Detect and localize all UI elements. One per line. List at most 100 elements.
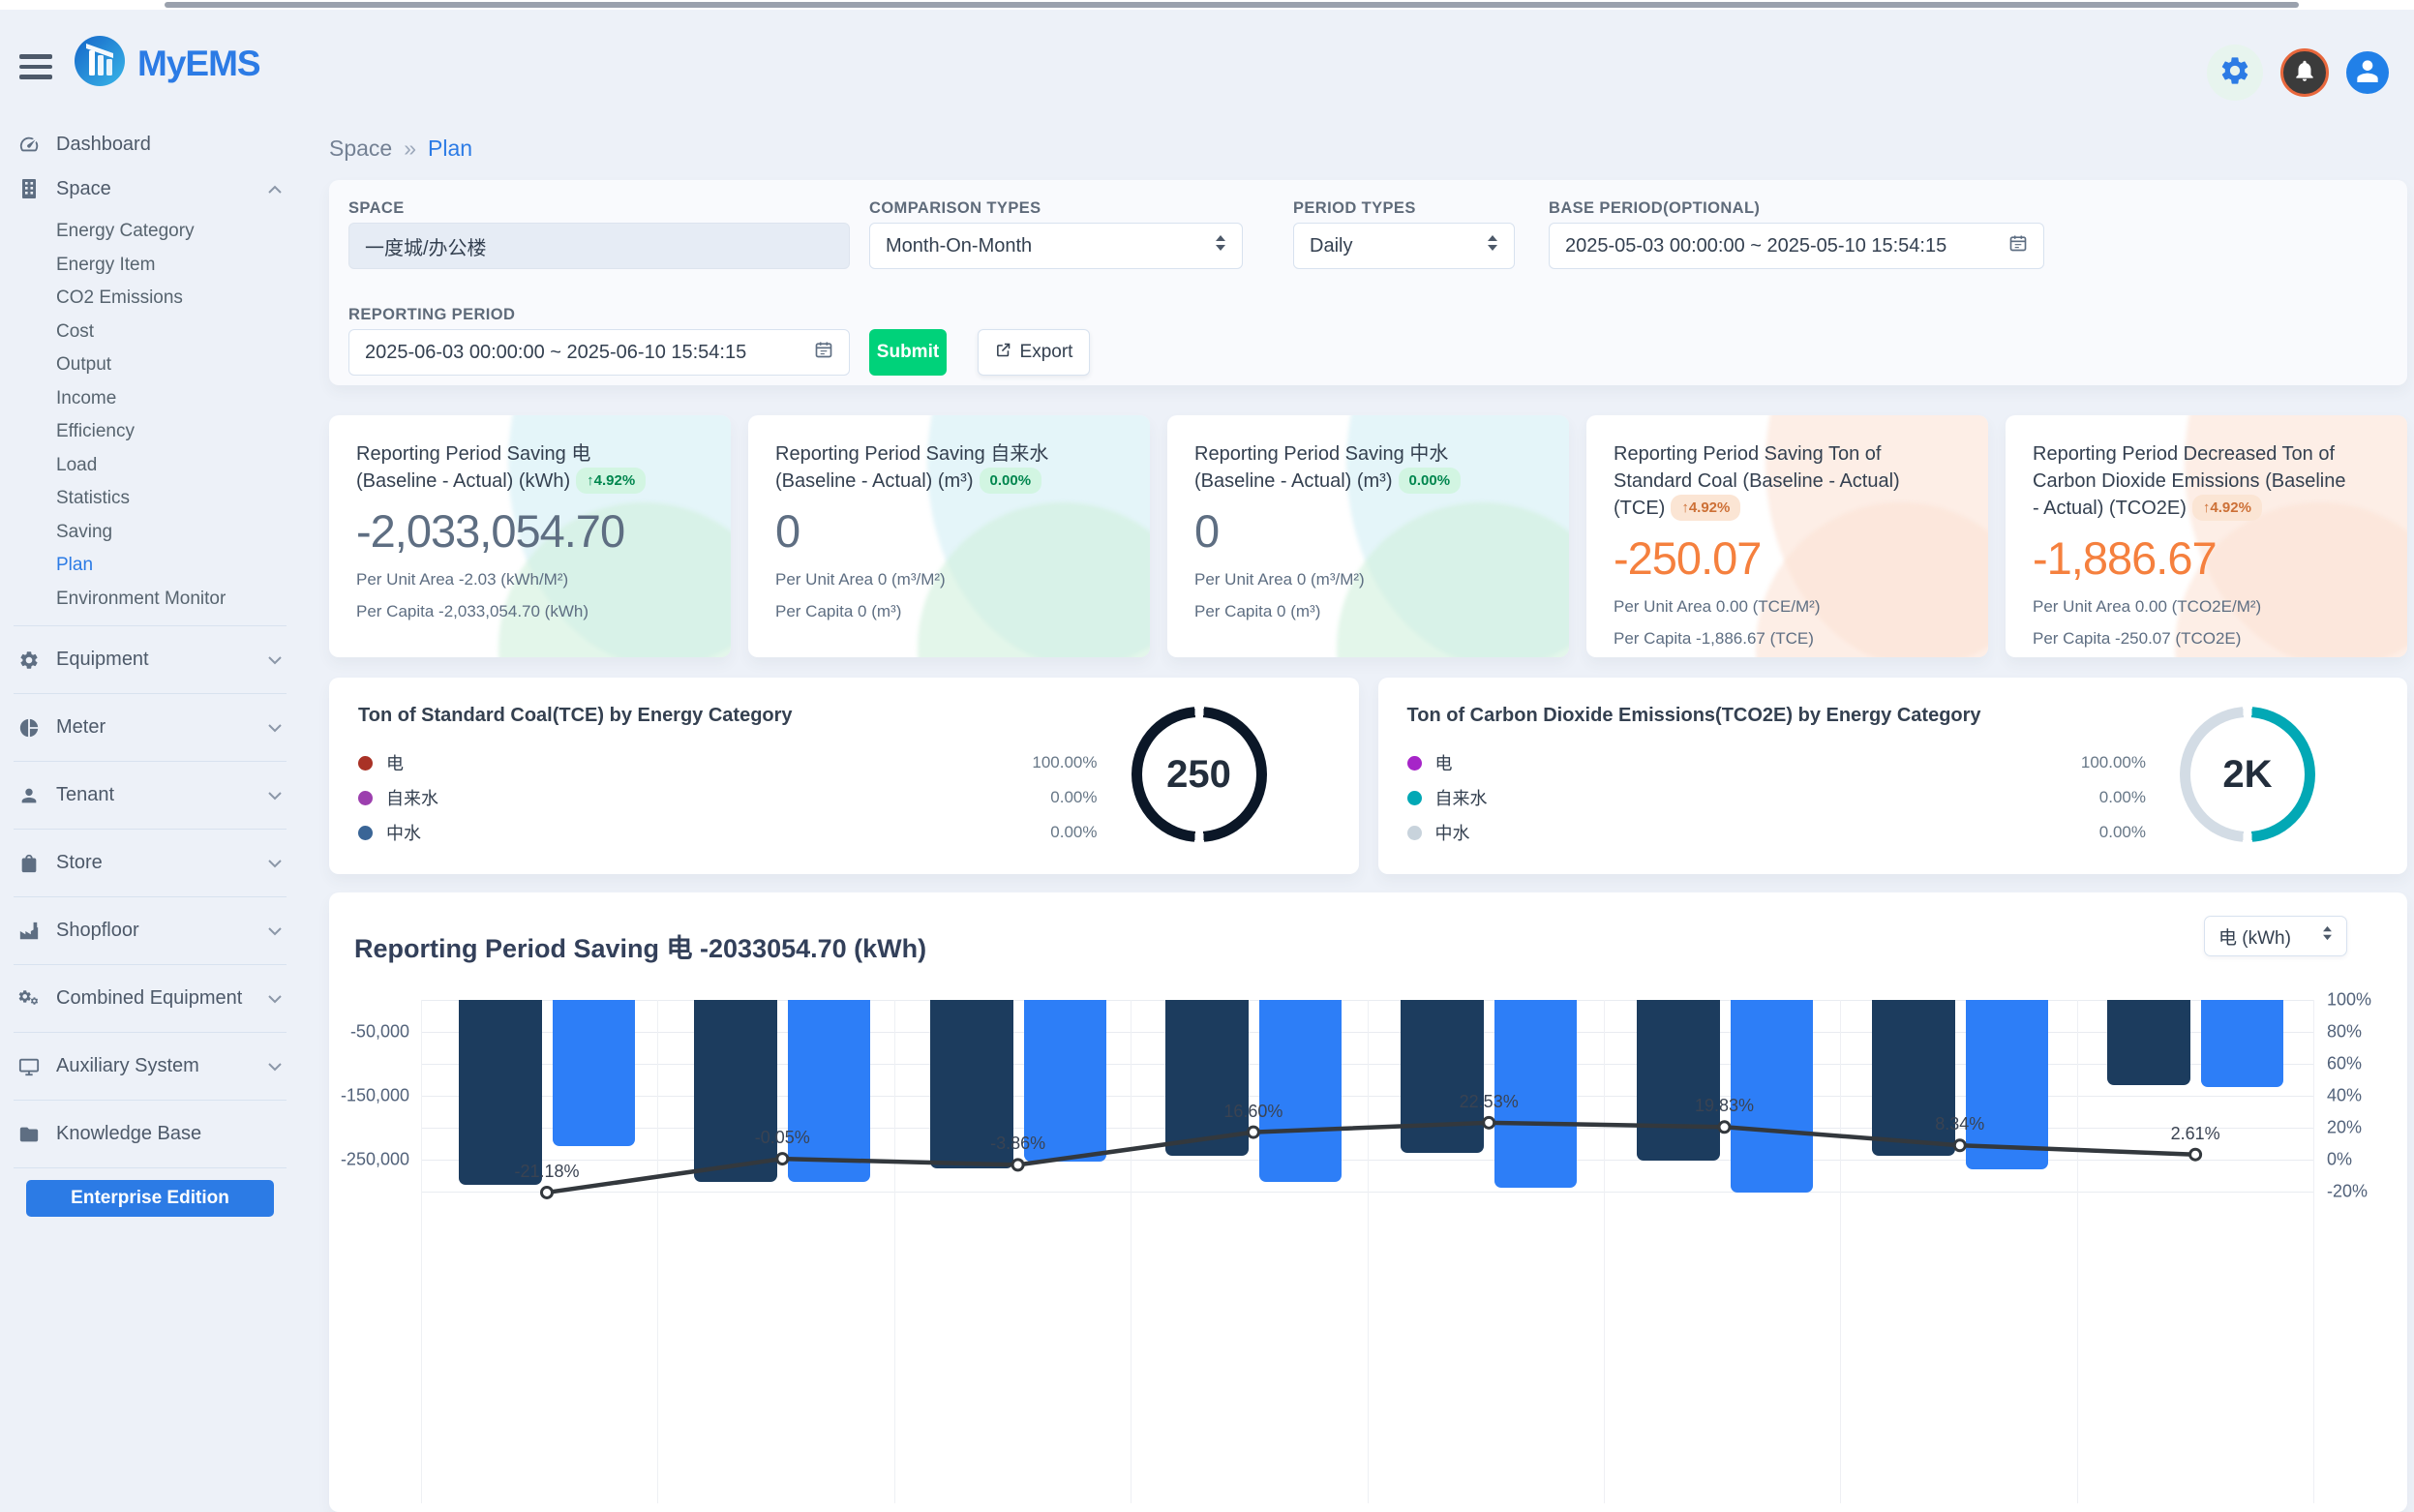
breadcrumb-plan[interactable]: Plan [428,136,472,161]
legend-values: 100.00% 0.00% 0.00% [2039,749,2146,854]
line-marker[interactable] [1012,1160,1023,1170]
sidebar-item-knowledge-base[interactable]: Knowledge Base [0,1101,300,1167]
select-arrows-icon [1487,234,1498,257]
sidebar-item-cost[interactable]: Cost [56,316,300,349]
sidebar-item-equipment[interactable]: Equipment [0,626,300,693]
kpi-card-saving-tce: Reporting Period Saving Ton of Standard … [1586,415,1988,657]
folder-icon [17,1124,41,1145]
kpi-card-saving-electricity: Reporting Period Saving 电 (Baseline - Ac… [329,415,731,657]
top-navbar: MyEMS [0,10,2414,114]
sidebar-item-energy-item[interactable]: Energy Item [56,249,300,283]
filter-panel: SPACE 一度城/办公楼 COMPARISON TYPES Month-On-… [329,180,2407,385]
tce-by-category-card: Ton of Standard Coal(TCE) by Energy Cate… [329,678,1359,874]
sidebar-item-income[interactable]: Income [56,382,300,416]
sidebar-item-statistics[interactable]: Statistics [56,482,300,516]
calendar-icon[interactable] [814,340,833,365]
trend-badge: ↑4.92% [576,468,646,494]
sidebar-item-meter[interactable]: Meter [0,694,300,761]
donut-cards-row: Ton of Standard Coal(TCE) by Energy Cate… [329,678,2407,874]
sidebar-item-shopfloor[interactable]: Shopfloor [0,897,300,964]
submit-button[interactable]: Submit [869,329,947,376]
export-icon [995,342,1011,364]
base-period-input[interactable]: 2025-05-03 00:00:00 ~ 2025-05-10 15:54:1… [1549,223,2044,269]
legend-dot [358,756,373,771]
sidebar-item-store[interactable]: Store [0,830,300,896]
comparison-types-label: COMPARISON TYPES [869,199,1041,218]
chevron-down-icon [267,1055,283,1077]
top-scroll-track [0,0,2414,10]
kpi-card-saving-reclaimed-water: Reporting Period Saving 中水 (Baseline - A… [1167,415,1569,657]
period-types-select[interactable]: Daily [1293,223,1515,269]
building-icon [17,178,41,199]
horizontal-scrollbar[interactable] [165,2,2299,8]
enterprise-edition-button[interactable]: Enterprise Edition [26,1180,274,1217]
sidebar-item-environment-monitor[interactable]: Environment Monitor [56,583,300,617]
trend-badge: 0.00% [980,468,1042,494]
sidebar-item-combined-equipment[interactable]: Combined Equipment [0,965,300,1032]
sidebar-item-space[interactable]: Space [0,166,300,211]
base-period-label: BASE PERIOD(OPTIONAL) [1549,199,1760,218]
legend-dot [1407,791,1422,805]
kpi-value: -2,033,054.70 [356,504,704,558]
export-button[interactable]: Export [978,329,1090,376]
legend-dot [1407,756,1422,771]
donut-center-value: 250 [1132,707,1267,842]
settings-button[interactable] [2207,45,2263,101]
line-marker[interactable] [1248,1127,1258,1137]
space-submenu: Energy Category Energy Item CO2 Emission… [0,211,300,625]
sidebar-item-tenant[interactable]: Tenant [0,762,300,829]
sidebar: Dashboard Space Energy Category Energy I… [0,114,300,1208]
sidebar-item-energy-category[interactable]: Energy Category [56,215,300,249]
reporting-period-input[interactable]: 2025-06-03 00:00:00 ~ 2025-06-10 15:54:1… [348,329,850,376]
chevron-down-icon [267,852,283,874]
space-input[interactable]: 一度城/办公楼 [348,223,850,269]
line-marker[interactable] [1954,1140,1965,1151]
monitor-icon [17,1056,41,1077]
notifications-button[interactable] [2280,48,2329,97]
line-marker[interactable] [1719,1122,1730,1133]
sidebar-item-co2-emissions[interactable]: CO2 Emissions [56,282,300,316]
person-icon [2352,55,2383,91]
sidebar-item-load[interactable]: Load [56,449,300,483]
user-avatar[interactable] [2346,51,2389,94]
kpi-value: -250.07 [1614,531,1961,585]
comparison-types-select[interactable]: Month-On-Month [869,223,1243,269]
select-arrows-icon [1215,234,1226,257]
period-types-label: PERIOD TYPES [1293,199,1416,218]
main-content: Space»Plan SPACE 一度城/办公楼 COMPARISON TYPE… [300,114,2414,1208]
gauge-icon [17,134,41,155]
line-marker[interactable] [542,1187,553,1197]
sidebar-item-dashboard[interactable]: Dashboard [0,122,300,166]
kpi-card-saving-water: Reporting Period Saving 自来水 (Baseline - … [748,415,1150,657]
pie-chart-icon [17,717,41,739]
breadcrumb: Space»Plan [329,136,472,162]
sidebar-item-output[interactable]: Output [56,348,300,382]
line-marker[interactable] [1484,1117,1494,1128]
breadcrumb-space[interactable]: Space [329,136,392,161]
legend-dot [1407,826,1422,840]
saving-rate-line [329,892,2407,1512]
calendar-icon[interactable] [2008,233,2028,258]
sidebar-item-auxiliary-system[interactable]: Auxiliary System [0,1033,300,1100]
hamburger-menu-icon[interactable] [19,54,52,79]
person-icon [17,785,41,806]
tco2e-by-category-card: Ton of Carbon Dioxide Emissions(TCO2E) b… [1378,678,2408,874]
legend-dot [358,791,373,805]
kpi-value: 0 [1194,504,1542,558]
chevron-down-icon [267,716,283,739]
chevron-down-icon [267,987,283,1010]
kpi-value: 0 [775,504,1123,558]
sidebar-item-efficiency[interactable]: Efficiency [56,415,300,449]
kpi-value: -1,886.67 [2033,531,2380,585]
trend-badge: ↑4.92% [1671,495,1740,521]
brand-logo[interactable]: MyEMS [74,35,260,92]
sidebar-item-plan[interactable]: Plan [56,549,300,583]
gears-icon [17,988,41,1010]
trend-badge: 0.00% [1399,468,1462,494]
line-marker[interactable] [777,1154,788,1164]
donut-center-value: 2K [2180,707,2315,842]
line-marker[interactable] [2190,1149,2201,1160]
gear-icon [2218,54,2251,92]
chevron-down-icon [267,784,283,806]
sidebar-item-saving[interactable]: Saving [56,516,300,550]
